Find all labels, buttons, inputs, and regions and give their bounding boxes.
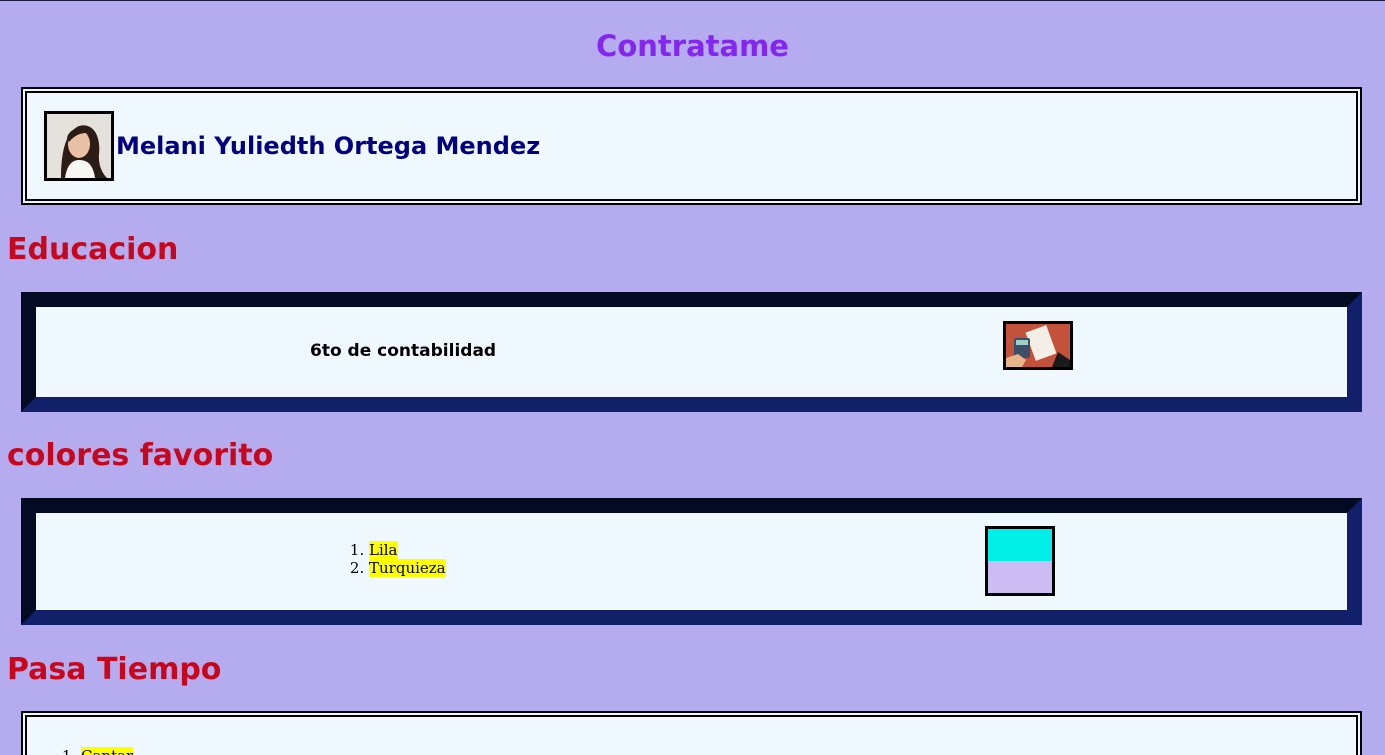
list-item: Turquieza bbox=[369, 559, 446, 577]
colors-card: Lila Turquieza bbox=[21, 498, 1362, 625]
colors-heading: colores favorito bbox=[7, 438, 274, 473]
avatar bbox=[44, 111, 114, 181]
hobbies-card: Cantar bbox=[21, 711, 1362, 755]
swatch-lilac bbox=[988, 561, 1052, 593]
page-title: Contratame bbox=[596, 29, 789, 63]
education-item: 6to de contabilidad bbox=[310, 341, 497, 361]
accounting-image-icon bbox=[1003, 321, 1073, 370]
list-item: Cantar bbox=[81, 747, 134, 755]
swatch-turquoise bbox=[988, 529, 1052, 561]
list-item: Lila bbox=[369, 541, 446, 559]
education-card: 6to de contabilidad bbox=[21, 292, 1362, 412]
hobbies-list: Cantar bbox=[65, 747, 134, 755]
color-swatch bbox=[985, 526, 1055, 596]
person-name: Melani Yuliedth Ortega Mendez bbox=[116, 132, 541, 160]
hobbies-heading: Pasa Tiempo bbox=[7, 652, 222, 687]
education-heading: Educacion bbox=[7, 232, 179, 267]
colors-list: Lila Turquieza bbox=[353, 541, 446, 577]
profile-photo-icon bbox=[47, 114, 111, 178]
profile-card: Melani Yuliedth Ortega Mendez bbox=[21, 87, 1362, 205]
